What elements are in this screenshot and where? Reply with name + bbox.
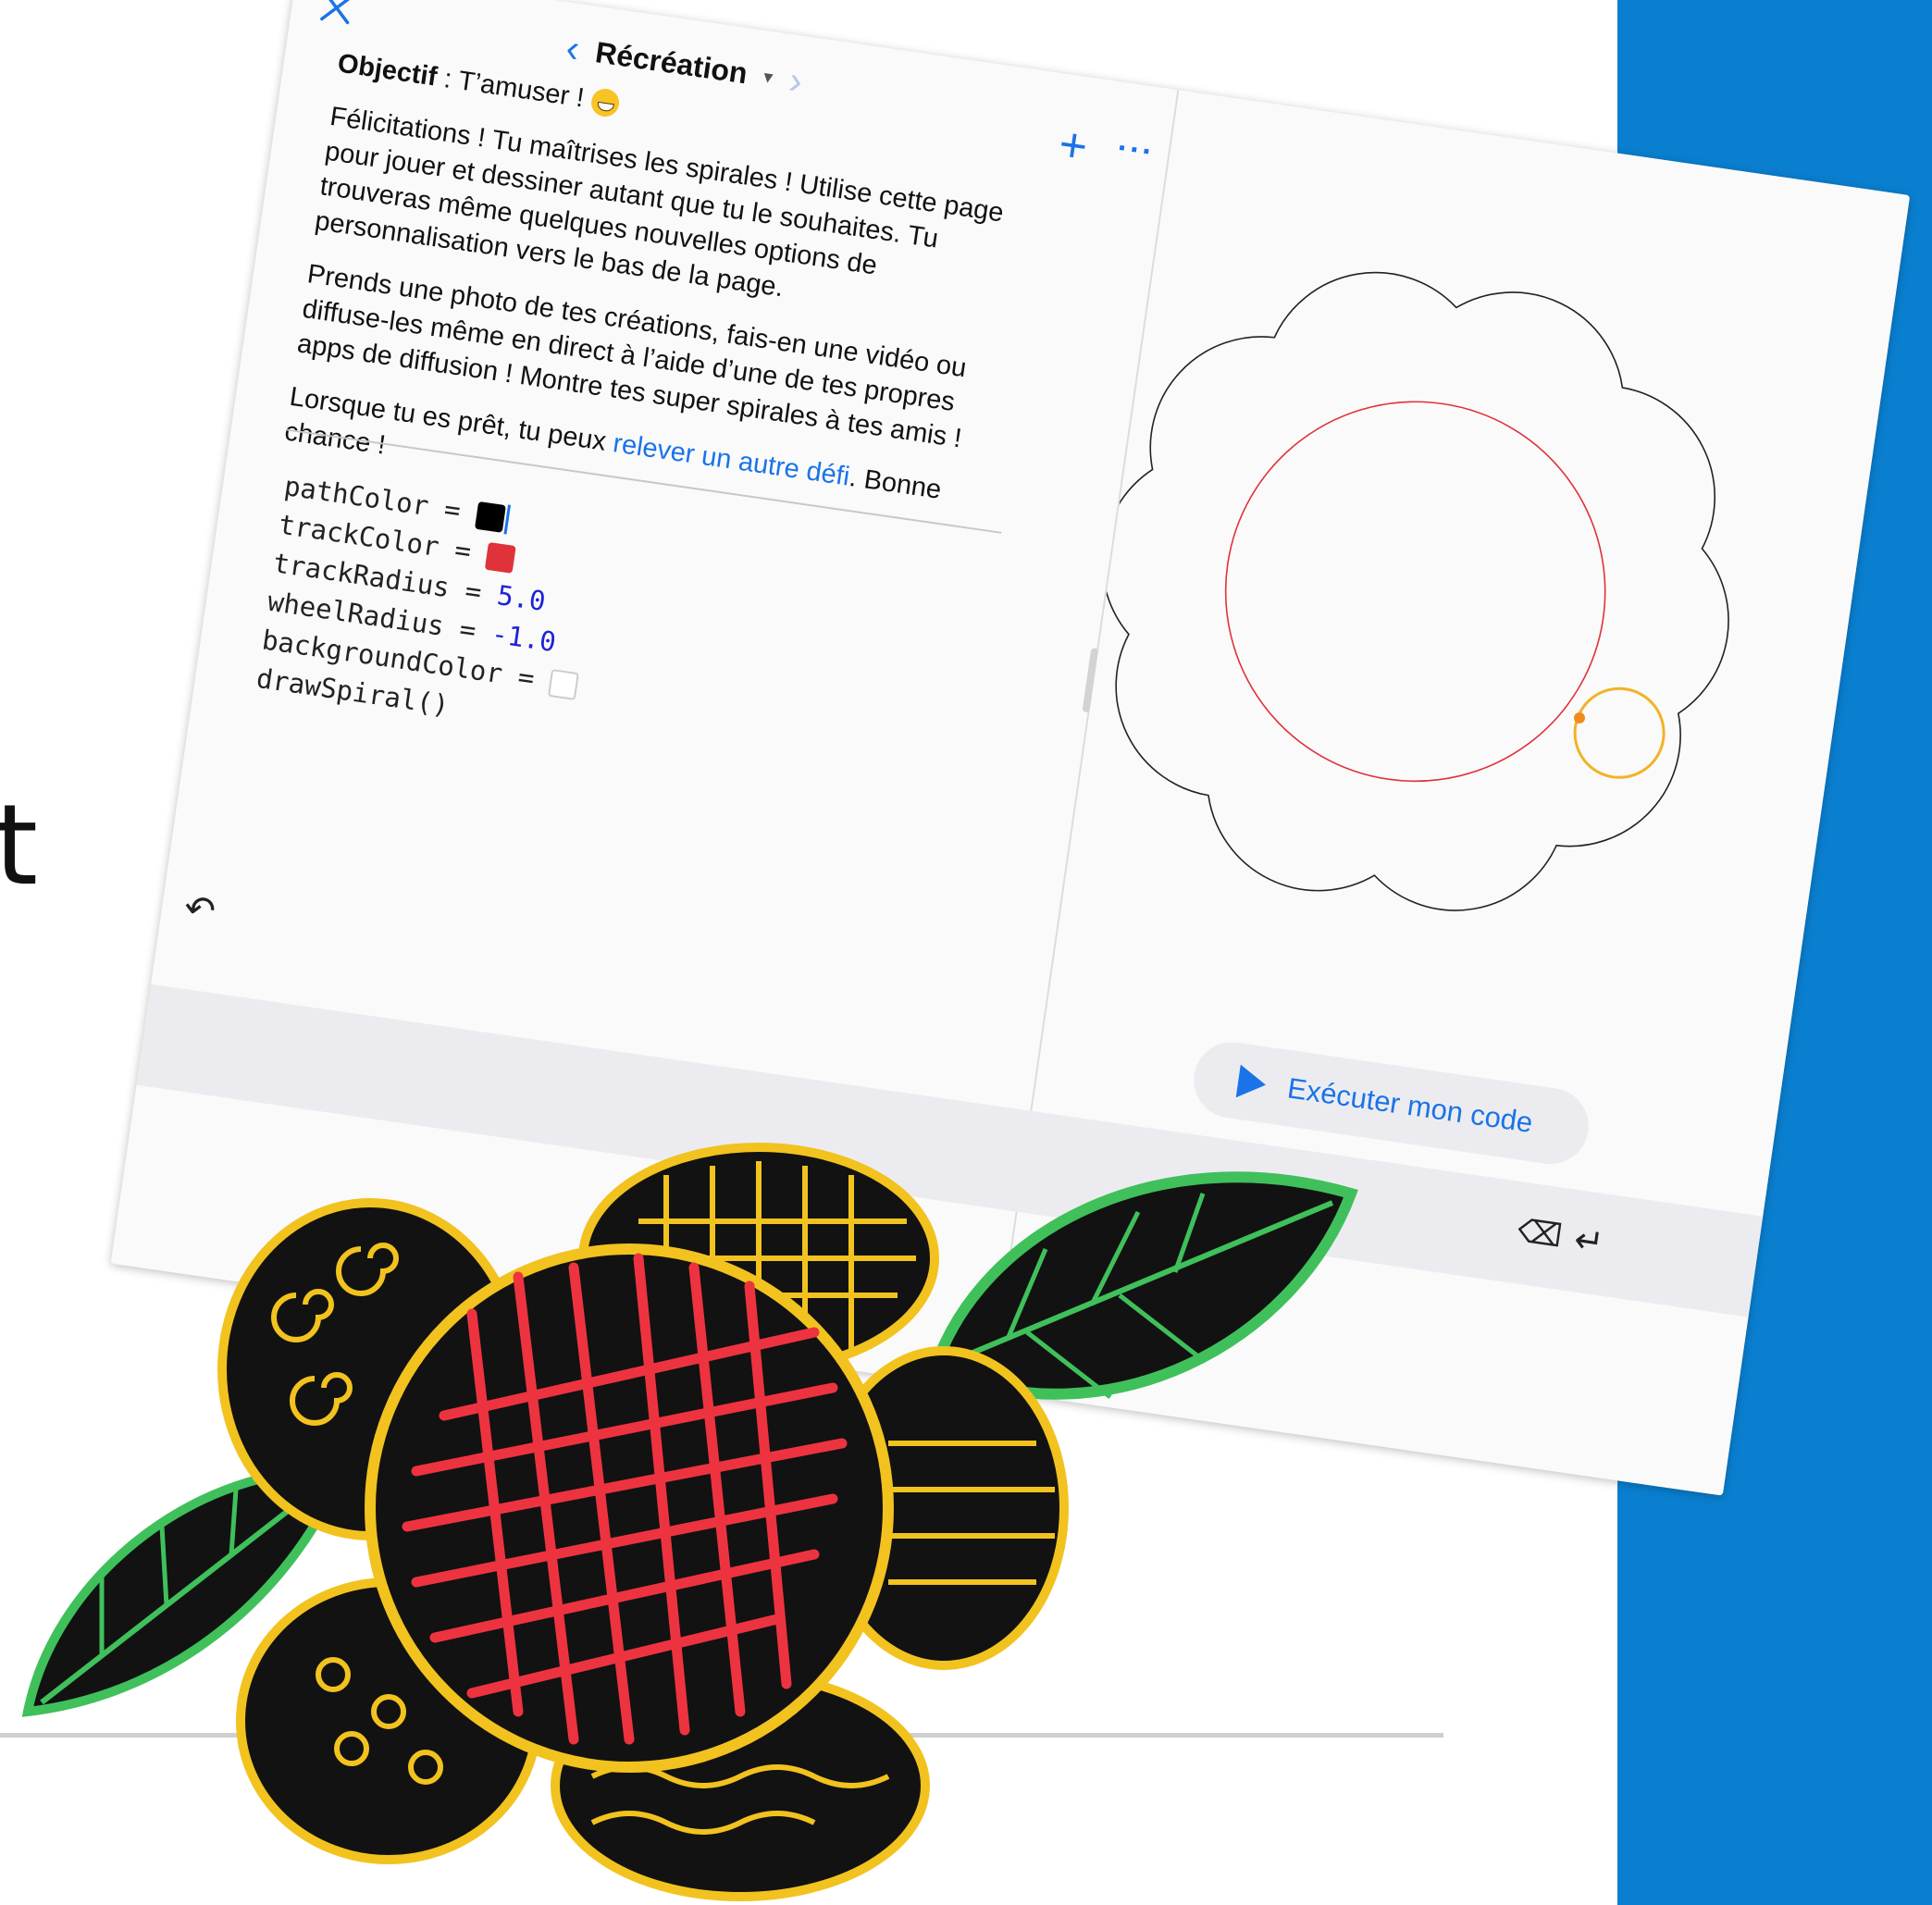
close-icon[interactable]: [316, 0, 357, 29]
chevron-left-icon[interactable]: ‹: [564, 26, 583, 72]
track-color-swatch[interactable]: [484, 541, 516, 574]
return-icon[interactable]: ↵: [1571, 1218, 1607, 1264]
chevron-right-icon[interactable]: ›: [786, 57, 806, 104]
path-color-swatch[interactable]: [474, 501, 506, 533]
run-code-label: Exécuter mon code: [1285, 1071, 1535, 1140]
chevron-down-icon[interactable]: ▾: [762, 65, 775, 89]
flower-center: [365, 1243, 894, 1773]
spiral-drawing: [1101, 271, 1729, 911]
wheel-radius-value[interactable]: -1.0: [489, 618, 558, 659]
flower-doodle-sticker: [21, 1143, 1358, 1901]
undo-icon[interactable]: ↶: [181, 886, 218, 933]
code-editor[interactable]: pathColor = trackColor = trackRadius = 5…: [254, 466, 603, 743]
track-circle: [1224, 401, 1606, 783]
goal-label: Objectif: [335, 48, 440, 93]
track-radius-value[interactable]: 5.0: [495, 579, 548, 617]
backspace-icon[interactable]: ⌫: [1515, 1212, 1565, 1255]
page-title[interactable]: Récréation: [593, 35, 749, 91]
more-icon[interactable]: ···: [1115, 130, 1157, 171]
background-color-swatch[interactable]: [548, 669, 580, 701]
spiral-path: [1101, 271, 1729, 911]
smile-emoji-icon: [588, 87, 621, 119]
background-glyph: t: [0, 782, 39, 910]
plus-icon[interactable]: +: [1056, 118, 1091, 175]
play-icon: [1235, 1064, 1269, 1102]
wheel-circle: [1573, 687, 1666, 779]
